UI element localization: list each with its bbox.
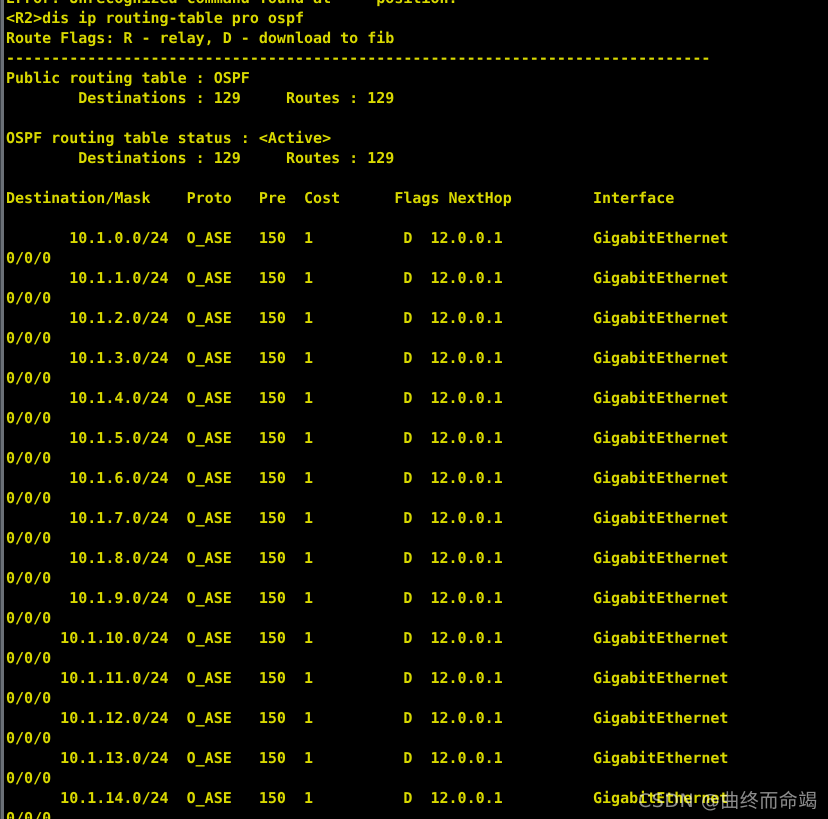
- table-header-row: Destination/Mask Proto Pre Cost Flags Ne…: [6, 189, 675, 207]
- table-row-interface-wrap: 0/0/0: [6, 249, 52, 267]
- window-left-frame: [0, 0, 4, 819]
- table-row-interface-wrap: 0/0/0: [6, 769, 52, 787]
- table-row: 10.1.5.0/24 O_ASE 150 1 D 12.0.0.1 Gigab…: [6, 429, 729, 447]
- table-row-interface-wrap: 0/0/0: [6, 529, 52, 547]
- table-row: 10.1.14.0/24 O_ASE 150 1 D 12.0.0.1 Giga…: [6, 789, 729, 807]
- table-row-interface-wrap: 0/0/0: [6, 609, 52, 627]
- table-row-interface-wrap: 0/0/0: [6, 649, 52, 667]
- table-row-interface-wrap: 0/0/0: [6, 409, 52, 427]
- table-row: 10.1.8.0/24 O_ASE 150 1 D 12.0.0.1 Gigab…: [6, 549, 729, 567]
- table-row-interface-wrap: 0/0/0: [6, 329, 52, 347]
- table-row-interface-wrap: 0/0/0: [6, 289, 52, 307]
- table-row: 10.1.4.0/24 O_ASE 150 1 D 12.0.0.1 Gigab…: [6, 389, 729, 407]
- table-row: 10.1.3.0/24 O_ASE 150 1 D 12.0.0.1 Gigab…: [6, 349, 729, 367]
- table-row-interface-wrap: 0/0/0: [6, 809, 52, 819]
- table-row: 10.1.9.0/24 O_ASE 150 1 D 12.0.0.1 Gigab…: [6, 589, 729, 607]
- public-counts-line: Destinations : 129 Routes : 129: [6, 89, 395, 107]
- table-row-interface-wrap: 0/0/0: [6, 489, 52, 507]
- table-row: 10.1.1.0/24 O_ASE 150 1 D 12.0.0.1 Gigab…: [6, 269, 729, 287]
- error-message-line: Error: Unrecognized command found at '^'…: [6, 0, 458, 8]
- table-row-interface-wrap: 0/0/0: [6, 449, 52, 467]
- table-row: 10.1.7.0/24 O_ASE 150 1 D 12.0.0.1 Gigab…: [6, 509, 729, 527]
- table-row: 10.1.11.0/24 O_ASE 150 1 D 12.0.0.1 Giga…: [6, 669, 729, 687]
- table-row-interface-wrap: 0/0/0: [6, 369, 52, 387]
- route-flags-line: Route Flags: R - relay, D - download to …: [6, 29, 395, 47]
- terminal-screen[interactable]: Error: Unrecognized command found at '^'…: [0, 0, 828, 819]
- command-prompt-line: <R2>dis ip routing-table pro ospf: [6, 9, 305, 27]
- public-routing-table-line: Public routing table : OSPF: [6, 69, 250, 87]
- table-row: 10.1.6.0/24 O_ASE 150 1 D 12.0.0.1 Gigab…: [6, 469, 729, 487]
- window-left-frame-edge: [0, 0, 1, 819]
- table-row: 10.1.10.0/24 O_ASE 150 1 D 12.0.0.1 Giga…: [6, 629, 729, 647]
- table-row-interface-wrap: 0/0/0: [6, 729, 52, 747]
- ospf-counts-line: Destinations : 129 Routes : 129: [6, 149, 395, 167]
- separator-line: ----------------------------------------…: [6, 49, 711, 67]
- terminal-window[interactable]: Error: Unrecognized command found at '^'…: [0, 0, 828, 819]
- table-row: 10.1.0.0/24 O_ASE 150 1 D 12.0.0.1 Gigab…: [6, 229, 729, 247]
- table-row: 10.1.12.0/24 O_ASE 150 1 D 12.0.0.1 Giga…: [6, 709, 729, 727]
- table-row: 10.1.13.0/24 O_ASE 150 1 D 12.0.0.1 Giga…: [6, 749, 729, 767]
- table-row: 10.1.2.0/24 O_ASE 150 1 D 12.0.0.1 Gigab…: [6, 309, 729, 327]
- ospf-status-line: OSPF routing table status : <Active>: [6, 129, 332, 147]
- table-row-interface-wrap: 0/0/0: [6, 569, 52, 587]
- table-row-interface-wrap: 0/0/0: [6, 689, 52, 707]
